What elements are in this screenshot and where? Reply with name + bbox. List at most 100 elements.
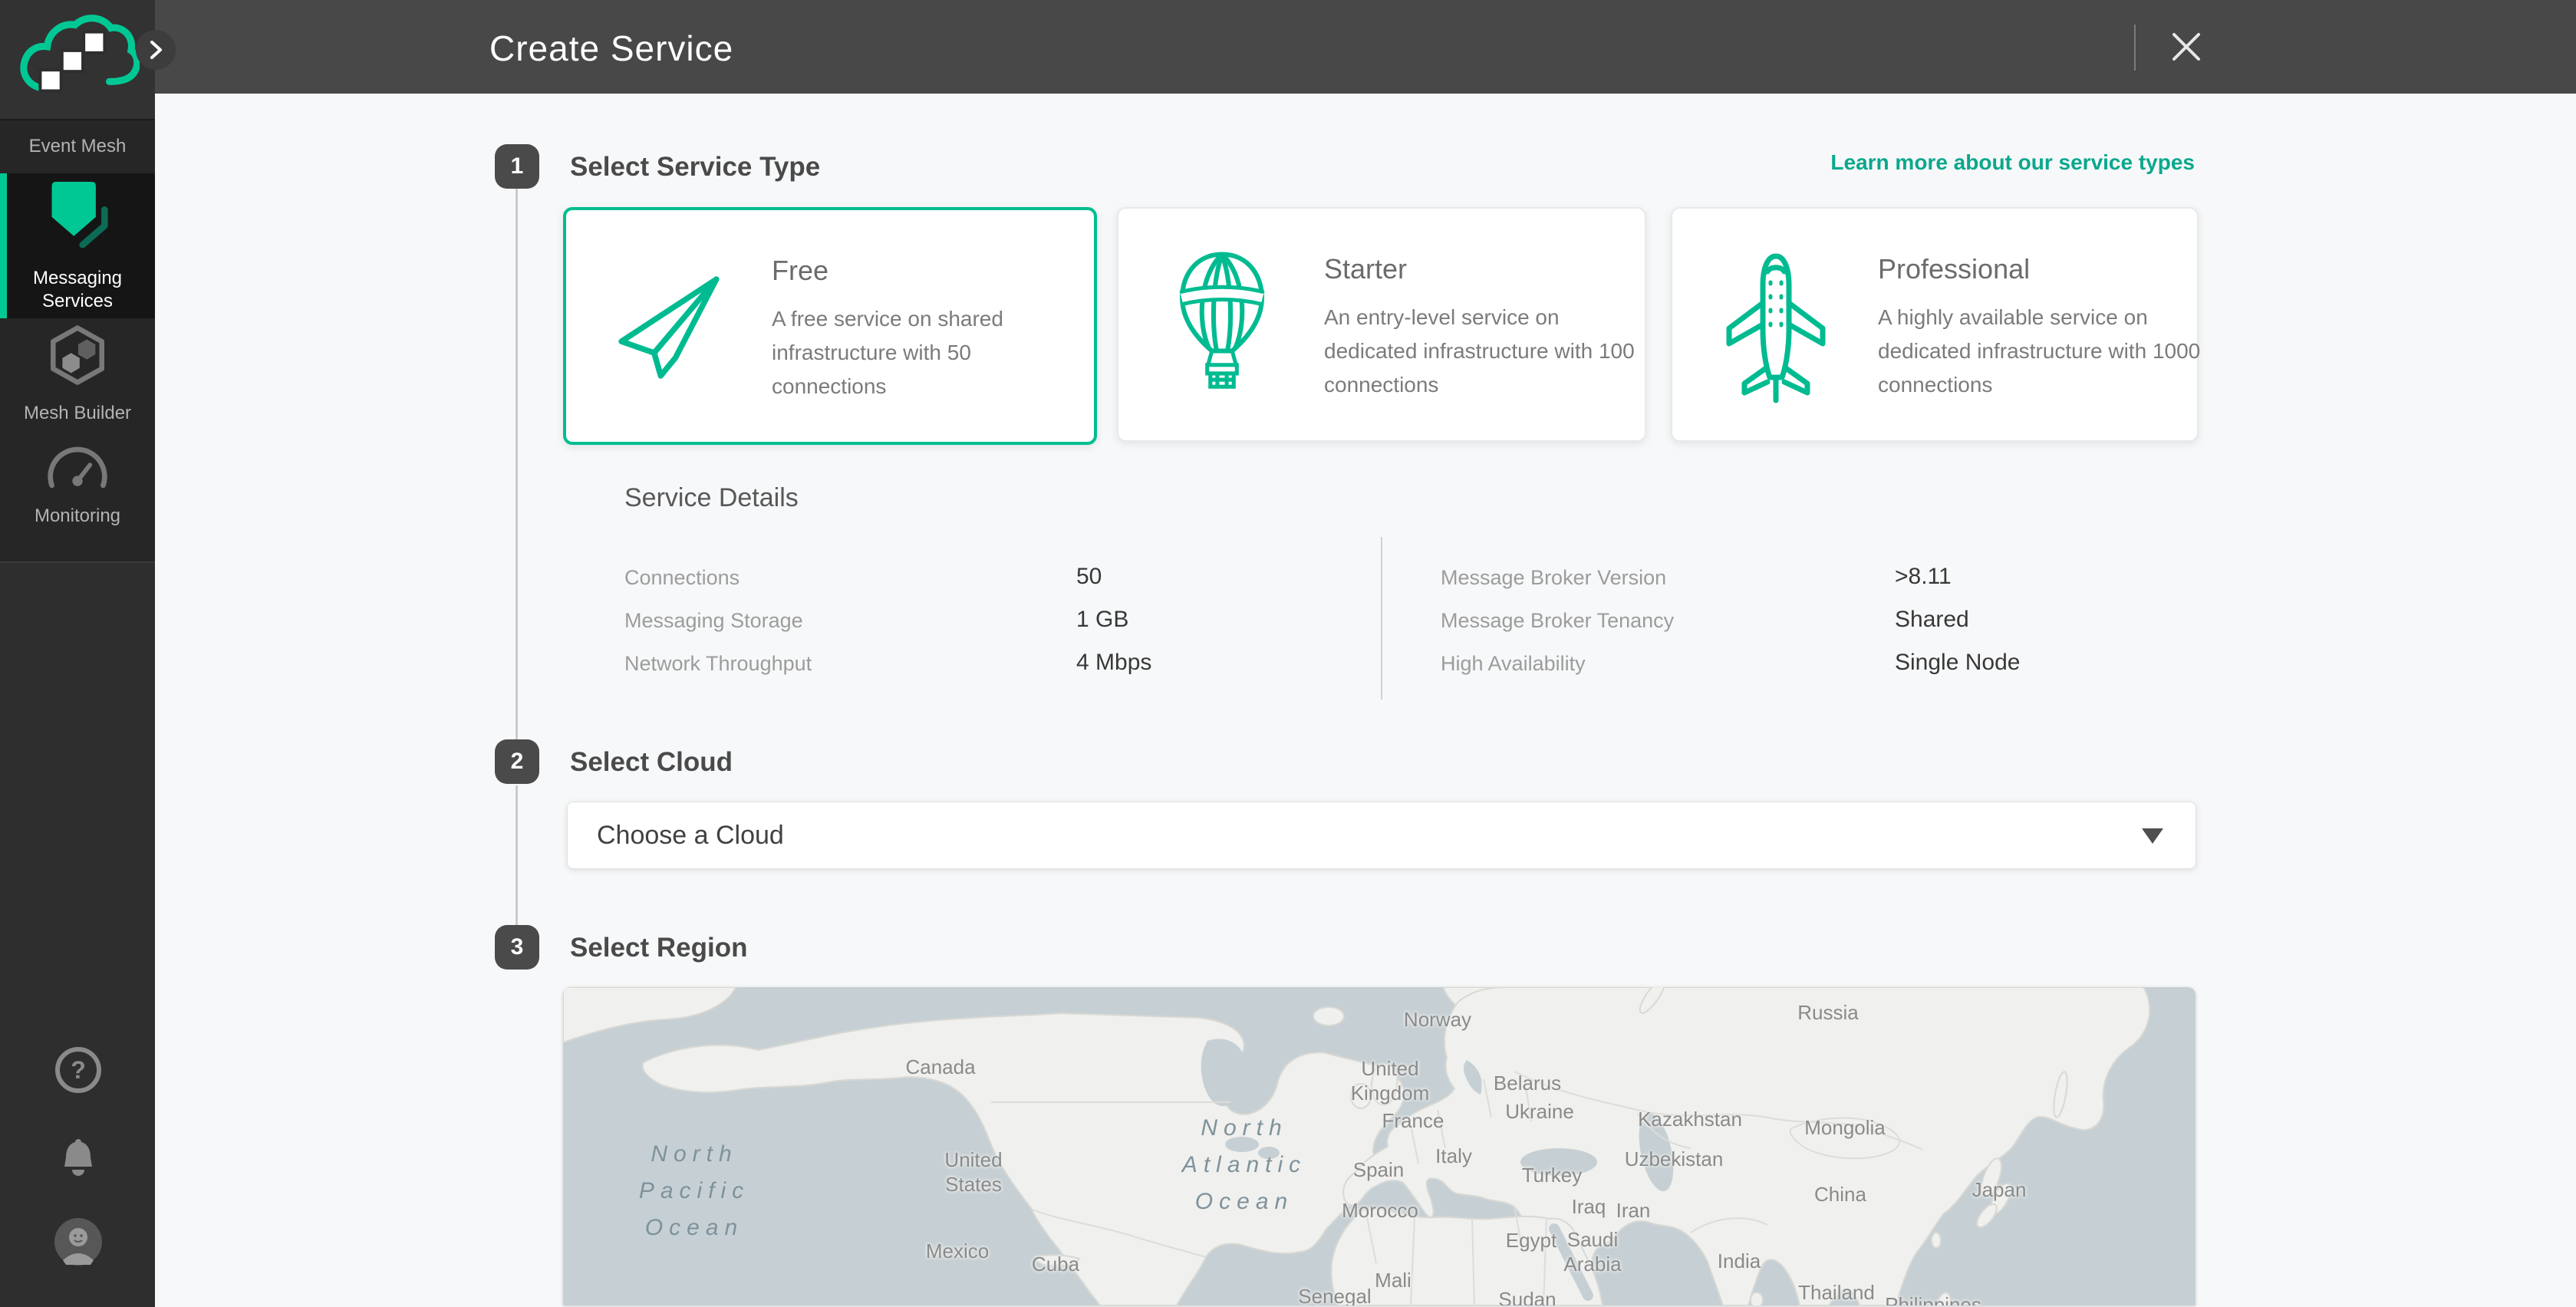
detail-value: Single Node (1895, 650, 2020, 676)
gauge-icon (44, 443, 110, 494)
service-details-title: Service Details (624, 483, 799, 513)
service-type-card-starter[interactable]: Starter An entry-level service on dedica… (1117, 207, 1646, 442)
sidebar: Event Mesh Messaging Services Mesh Build (0, 0, 155, 1305)
sidebar-item-label: Messaging Services (20, 267, 135, 313)
country-label-united-states: United States (944, 1147, 1002, 1197)
modal-header: Create Service (155, 0, 2576, 94)
country-label-mexico: Mexico (926, 1239, 989, 1263)
card-title: Free (772, 255, 828, 287)
hot-air-balloon-icon (1153, 232, 1291, 420)
svg-text:?: ? (71, 1056, 86, 1084)
detail-label: Message Broker Tenancy (1441, 609, 1674, 633)
learn-more-link[interactable]: Learn more about our service types (1830, 150, 2195, 175)
country-label-sudan: Sudan (1498, 1287, 1556, 1305)
bell-icon (54, 1173, 103, 1184)
country-label-united-kingdom: United Kingdom (1351, 1056, 1430, 1105)
country-label-ukraine: Ukraine (1505, 1099, 1574, 1124)
hexagon-icon (45, 323, 110, 391)
country-label-uzbekistan: Uzbekistan (1625, 1147, 1724, 1171)
detail-label: Connections (624, 566, 740, 590)
chevron-down-icon (2142, 828, 2163, 844)
service-type-card-free[interactable]: Free A free service on shared infrastruc… (563, 207, 1097, 445)
sidebar-item-label: Monitoring (35, 505, 120, 528)
airplane-icon (1707, 232, 1845, 420)
step-2-title: Select Cloud (570, 747, 733, 778)
sidebar-item-monitoring[interactable]: Monitoring (0, 430, 155, 541)
sidebar-lower-panel (0, 561, 155, 1307)
detail-value: >8.11 (1895, 564, 1952, 590)
country-label-norway: Norway (1404, 1007, 1471, 1032)
detail-label: Message Broker Version (1441, 566, 1666, 590)
help-icon: ? (54, 1085, 103, 1097)
sidebar-item-messaging-services[interactable]: Messaging Services (0, 173, 155, 318)
notifications-button[interactable] (54, 1133, 103, 1182)
country-label-cuba: Cuba (1032, 1252, 1079, 1276)
country-label-india: India (1718, 1249, 1761, 1273)
step-connector-line (516, 785, 518, 925)
country-label-belarus: Belarus (1494, 1071, 1561, 1095)
detail-label: Network Throughput (624, 652, 812, 676)
card-title: Professional (1878, 253, 2030, 285)
service-type-card-professional[interactable]: Professional A highly available service … (1671, 207, 2199, 442)
cloud-select-dropdown[interactable]: Choose a Cloud (567, 802, 2196, 869)
header-divider (2134, 25, 2136, 71)
card-description: An entry-level service on dedicated infr… (1324, 301, 1654, 402)
detail-value: 1 GB (1076, 607, 1128, 633)
ocean-label-north-atlantic-ocean: North Atlantic Ocean (1182, 1110, 1306, 1220)
paper-plane-icon (601, 233, 739, 421)
country-label-senegal: Senegal (1298, 1284, 1371, 1305)
card-title: Starter (1324, 253, 1407, 285)
country-label-italy: Italy (1435, 1144, 1472, 1168)
close-icon (2169, 54, 2203, 66)
map-labels: North Pacific Ocean North Atlantic Ocean R… (563, 987, 2196, 1305)
country-label-canada: Canada (905, 1055, 975, 1079)
card-description: A free service on shared infrastructure … (772, 302, 1079, 403)
details-divider (1381, 537, 1382, 700)
detail-value: 4 Mbps (1076, 650, 1151, 676)
country-label-morocco: Morocco (1342, 1198, 1418, 1223)
country-label-france: France (1382, 1108, 1444, 1133)
country-label-iran: Iran (1616, 1198, 1651, 1223)
close-button[interactable] (2165, 26, 2208, 69)
detail-value: 50 (1076, 564, 1102, 590)
country-label-saudi-arabia: Saudi Arabia (1563, 1227, 1621, 1276)
account-button[interactable] (54, 1217, 103, 1266)
sidebar-item-event-mesh[interactable]: Event Mesh (0, 119, 155, 173)
country-label-mali: Mali (1375, 1268, 1412, 1292)
step-3-badge: 3 (495, 925, 539, 970)
cloud-select-value: Choose a Cloud (597, 821, 784, 851)
app-logo[interactable] (0, 0, 155, 120)
card-description: A highly available service on dedicated … (1878, 301, 2215, 402)
country-label-philippines: Philippines (1885, 1292, 1981, 1305)
sidebar-item-mesh-builder[interactable]: Mesh Builder (0, 318, 155, 430)
ocean-label-north-pacific-ocean: North Pacific Ocean (639, 1136, 749, 1246)
step-3-title: Select Region (570, 933, 747, 963)
sidebar-collapse-button[interactable] (136, 30, 176, 70)
country-label-kazakhstan: Kazakhstan (1638, 1107, 1742, 1131)
country-label-thailand: Thailand (1798, 1280, 1875, 1305)
country-label-russia: Russia (1797, 1000, 1858, 1025)
step-2-badge: 2 (495, 739, 539, 784)
active-indicator (0, 173, 7, 318)
detail-value: Shared (1895, 607, 1969, 633)
country-label-turkey: Turkey (1522, 1163, 1583, 1187)
country-label-japan: Japan (1972, 1177, 2027, 1202)
detail-label: Messaging Storage (624, 609, 803, 633)
country-label-iraq: Iraq (1572, 1194, 1606, 1219)
avatar-icon (54, 1257, 103, 1269)
page-title: Create Service (489, 28, 733, 69)
country-label-china: China (1814, 1182, 1866, 1207)
step-connector-line (516, 189, 518, 739)
country-label-egypt: Egypt (1506, 1228, 1557, 1253)
sidebar-item-label: Mesh Builder (24, 402, 131, 425)
shield-icon (44, 179, 110, 256)
step-1-title: Select Service Type (570, 152, 820, 183)
region-map[interactable]: North Pacific Ocean North Atlantic Ocean R… (563, 987, 2196, 1305)
country-label-spain: Spain (1353, 1157, 1405, 1182)
detail-label: High Availability (1441, 652, 1586, 676)
sidebar-item-label: Event Mesh (29, 135, 127, 158)
country-label-mongolia: Mongolia (1804, 1115, 1886, 1140)
help-button[interactable]: ? (54, 1045, 103, 1095)
step-1-badge: 1 (495, 144, 539, 189)
create-service-form: 1 Select Service Type Learn more about o… (155, 94, 2576, 1305)
